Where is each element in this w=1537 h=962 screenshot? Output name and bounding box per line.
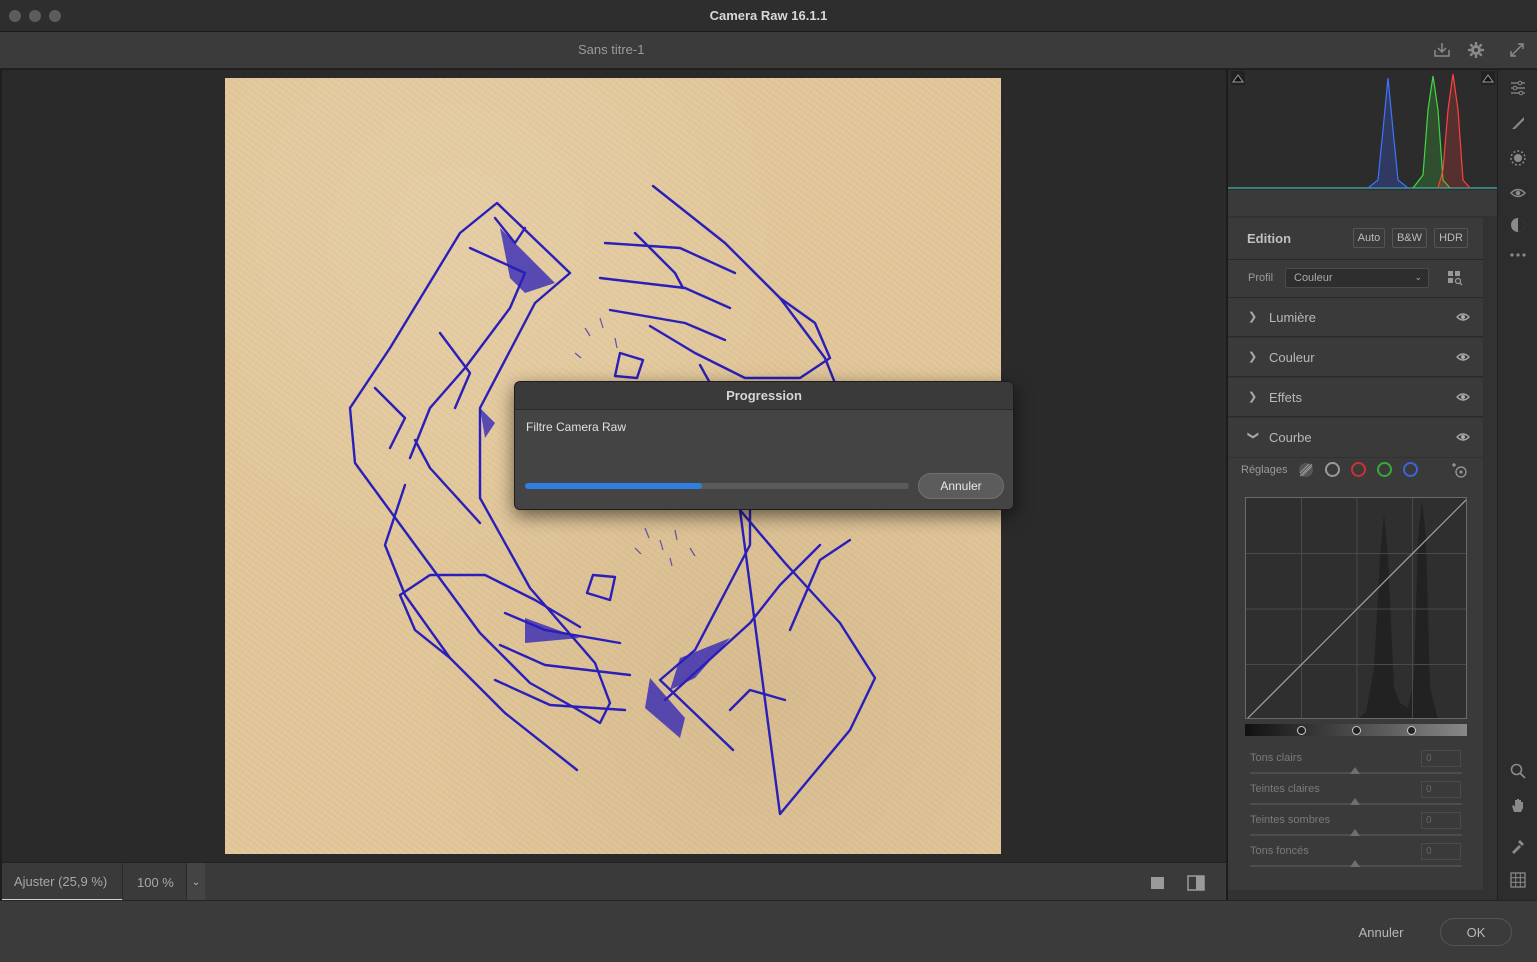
midtones-split-handle[interactable] <box>1352 726 1361 735</box>
zoom-icon[interactable] <box>1508 761 1528 781</box>
target-adjust-icon[interactable] <box>1450 461 1468 482</box>
edit-header: Edition Auto B&W HDR <box>1228 218 1483 260</box>
slider-teintes-claires: Teintes claires 0 <box>1228 781 1483 814</box>
chevron-right-icon: ❯ <box>1248 351 1258 363</box>
bw-button[interactable]: B&W <box>1392 228 1427 248</box>
progress-bar <box>525 483 909 489</box>
slider-value-field[interactable]: 0 <box>1421 812 1461 829</box>
profile-row: Profil Couleur ⌄ <box>1228 260 1483 298</box>
hand-icon[interactable] <box>1508 795 1528 815</box>
grid-overlay-icon[interactable] <box>1508 870 1528 890</box>
edit-title: Edition <box>1247 231 1292 246</box>
healing-brush-icon[interactable] <box>1508 113 1528 133</box>
single-view-icon[interactable] <box>1149 875 1167 891</box>
slider-thumb[interactable] <box>1350 829 1360 836</box>
tone-curve-graph[interactable] <box>1245 497 1467 719</box>
slider-value-field[interactable]: 0 <box>1421 781 1461 798</box>
section-couleur[interactable]: ❯ Couleur <box>1228 338 1483 377</box>
ok-button[interactable]: OK <box>1440 918 1512 946</box>
eyedropper-icon[interactable] <box>1508 836 1528 856</box>
slider-thumb[interactable] <box>1350 767 1360 774</box>
progress-bar-fill <box>525 483 702 489</box>
red-channel-button[interactable] <box>1351 462 1366 477</box>
blue-channel-button[interactable] <box>1403 462 1418 477</box>
dialog-footer: Annuler OK <box>0 900 1537 962</box>
progress-message: Filtre Camera Raw <box>526 420 627 434</box>
slider-label: Teintes claires <box>1250 783 1320 795</box>
zoom-dropdown-chevron-icon[interactable]: ⌄ <box>187 863 205 901</box>
section-lumiere[interactable]: ❯ Lumière <box>1228 298 1483 337</box>
save-icon[interactable] <box>1432 40 1452 60</box>
slider-value-field[interactable]: 0 <box>1421 750 1461 767</box>
histogram <box>1228 70 1497 190</box>
profile-select-value: Couleur <box>1294 272 1333 284</box>
eye-icon[interactable] <box>1456 391 1470 405</box>
hdr-button[interactable]: HDR <box>1434 228 1468 248</box>
profile-select[interactable]: Couleur ⌄ <box>1285 268 1429 288</box>
progress-dialog: Progression Filtre Camera Raw Annuler <box>514 381 1014 510</box>
section-courbe[interactable]: ❯ Courbe <box>1228 418 1483 457</box>
fullscreen-icon[interactable] <box>1507 40 1527 60</box>
tool-strip <box>1497 70 1537 900</box>
title-bar: Camera Raw 16.1.1 <box>0 0 1537 32</box>
profile-label: Profil <box>1248 272 1274 284</box>
slider-tons-clairs: Tons clairs 0 <box>1228 750 1483 783</box>
slider-thumb[interactable] <box>1350 798 1360 805</box>
slider-label: Tons foncés <box>1250 845 1309 857</box>
zoom-100-button[interactable]: 100 % <box>125 863 187 901</box>
compare-view-icon[interactable] <box>1186 874 1206 892</box>
chevron-right-icon: ❯ <box>1248 391 1258 403</box>
slider-label: Teintes sombres <box>1250 814 1331 826</box>
app-title: Camera Raw 16.1.1 <box>709 8 828 23</box>
adjust-label: Réglages <box>1241 464 1288 476</box>
slider-teintes-sombres: Teintes sombres 0 <box>1228 812 1483 845</box>
slider-label: Tons clairs <box>1250 752 1302 764</box>
curve-panel: Réglages Tons clairs 0 Teintes claires 0… <box>1228 458 1483 890</box>
masking-icon[interactable] <box>1508 148 1528 168</box>
highlights-split-handle[interactable] <box>1407 726 1416 735</box>
cancel-button[interactable]: Annuler <box>1340 918 1422 946</box>
profile-browser-icon[interactable] <box>1447 270 1463 289</box>
gear-icon[interactable] <box>1466 40 1486 60</box>
section-effets[interactable]: ❯ Effets <box>1228 378 1483 417</box>
red-eye-icon[interactable] <box>1508 183 1528 203</box>
chevron-right-icon: ❯ <box>1248 311 1258 323</box>
shadows-split-handle[interactable] <box>1297 726 1306 735</box>
fit-zoom-button[interactable]: Ajuster (25,9 %) <box>2 863 123 901</box>
section-label: Courbe <box>1269 430 1312 445</box>
eye-icon[interactable] <box>1456 351 1470 365</box>
document-title: Sans titre-1 <box>578 42 645 57</box>
progress-dialog-title: Progression <box>515 382 1013 410</box>
parametric-curve-icon[interactable] <box>1297 461 1315 482</box>
progress-cancel-button[interactable]: Annuler <box>918 473 1004 499</box>
edit-sliders-icon[interactable] <box>1508 78 1528 98</box>
document-bar: Sans titre-1 <box>0 32 1537 69</box>
chevron-down-icon: ❯ <box>1247 430 1260 441</box>
rgb-channel-button[interactable] <box>1325 462 1340 477</box>
eye-icon[interactable] <box>1456 311 1470 325</box>
eye-icon[interactable] <box>1456 431 1470 445</box>
histogram-info-bar <box>1228 190 1497 216</box>
slider-tons-fonces: Tons foncés 0 <box>1228 843 1483 876</box>
section-label: Effets <box>1269 390 1303 405</box>
slider-value-field[interactable]: 0 <box>1421 843 1461 860</box>
section-label: Lumière <box>1269 310 1316 325</box>
edit-panel: Edition Auto B&W HDR Profil Couleur ⌄ ❯ … <box>1227 70 1497 900</box>
section-label: Couleur <box>1269 350 1315 365</box>
view-bar: Ajuster (25,9 %) 100 % ⌄ <box>2 862 1226 901</box>
green-channel-button[interactable] <box>1377 462 1392 477</box>
chevron-down-icon: ⌄ <box>1414 272 1422 282</box>
presets-icon[interactable] <box>1508 215 1528 235</box>
auto-button[interactable]: Auto <box>1353 228 1385 248</box>
more-icon[interactable] <box>1508 245 1528 265</box>
slider-thumb[interactable] <box>1350 860 1360 867</box>
